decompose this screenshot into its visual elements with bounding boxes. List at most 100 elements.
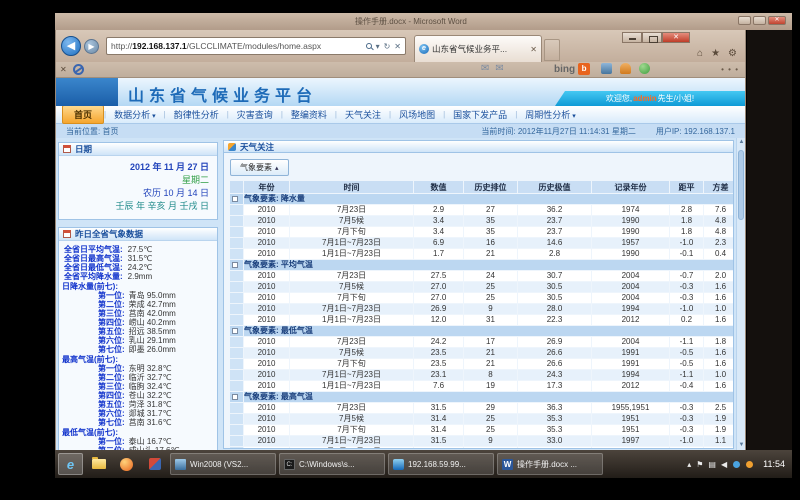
checkbox[interactable] [232, 394, 238, 400]
table-group-row[interactable]: 气象要素: 最低气温 [230, 326, 735, 337]
gear-icon[interactable]: ⚙ [728, 48, 737, 59]
address-bar[interactable]: http://192.168.137.1/GLCCLIMATE/modules/… [106, 37, 406, 55]
bing-search[interactable]: bing b [554, 63, 590, 75]
envelope-icon[interactable]: ✉ [495, 63, 503, 74]
cell: -0.2 [670, 447, 704, 450]
cell: 1951 [592, 425, 670, 436]
favorites-star-icon[interactable]: ★ [711, 48, 720, 59]
addon-logo-icon[interactable] [73, 64, 84, 75]
table-row[interactable]: 20107月1日~7月23日23.1824.31994-1.11.0 [230, 370, 735, 381]
page-scrollbar[interactable]: ▲ ▼ [736, 138, 745, 450]
maximize-button[interactable] [753, 16, 766, 25]
cell: 36.2 [518, 205, 592, 216]
table-row[interactable]: 20101月1日~7月23日17.41527.92012-0.21.6 [230, 447, 735, 450]
globe-icon[interactable] [639, 63, 650, 74]
nav-item-4[interactable]: 整编资料 [283, 106, 335, 123]
table-row[interactable]: 20107月1日~7月23日26.9928.01994-1.01.0 [230, 304, 735, 315]
taskbar-window-2[interactable]: 192.168.59.99... [388, 453, 494, 475]
table-row[interactable]: 20107月下旬3.43523.719901.84.8 [230, 227, 735, 238]
browser-tab[interactable]: e 山东省气候业务平... ✕ [414, 35, 542, 62]
taskbar-window-0[interactable]: Win2008 (VS2... [170, 453, 276, 475]
status-bar: 当前位置: 首页 当前时间: 2012年11月27日 11:14:31 星期二 … [56, 124, 745, 138]
cell: 1994 [592, 370, 670, 381]
checkbox[interactable] [232, 196, 238, 202]
cell: 2010 [244, 337, 290, 348]
checkbox[interactable] [232, 262, 238, 268]
tray-app-icon[interactable] [733, 461, 740, 468]
table-row[interactable]: 20107月23日31.52936.31955,1951-0.32.5 [230, 403, 735, 414]
nav-item-0[interactable]: 首页 [62, 105, 104, 124]
taskbar-clock[interactable]: 11:54 [763, 459, 785, 469]
table-row[interactable]: 20107月5候31.42535.31951-0.31.9 [230, 414, 735, 425]
cell: 7月下旬 [290, 227, 414, 238]
flag-action-center-icon[interactable]: ⚑ [696, 460, 703, 469]
table-row[interactable]: 20101月1日~7月23日1.7212.81990-0.10.4 [230, 249, 735, 260]
table-row[interactable]: 20107月5候23.52126.61991-0.51.6 [230, 348, 735, 359]
nav-item-6[interactable]: 风场地图 [391, 106, 443, 123]
table-group-row[interactable]: 气象要素: 最高气温 [230, 392, 735, 403]
minimize-button[interactable] [738, 16, 751, 25]
taskbar-app-icon[interactable] [142, 453, 167, 475]
table-row[interactable]: 20107月23日24.21726.92004-1.11.8 [230, 337, 735, 348]
table-row[interactable]: 20107月下旬31.42535.31951-0.31.9 [230, 425, 735, 436]
close-button[interactable]: ✕ [768, 16, 786, 25]
scroll-up-icon[interactable]: ▲ [737, 138, 745, 147]
group-label: 气象要素: 最低气温 [244, 326, 735, 337]
table-row[interactable]: 20107月5候27.02530.52004-0.31.6 [230, 282, 735, 293]
taskbar-ie-icon[interactable]: e [58, 453, 83, 475]
new-tab-button[interactable] [544, 39, 560, 61]
table-row[interactable]: 20101月1日~7月23日12.03122.320120.21.6 [230, 315, 735, 326]
table-row[interactable]: 20107月1日~7月23日6.91614.61957-1.02.3 [230, 238, 735, 249]
checkbox[interactable] [232, 328, 238, 334]
mail-icon[interactable]: ✉ [481, 63, 489, 74]
refresh-icon[interactable]: ↻ [384, 42, 391, 51]
tray-update-icon[interactable] [746, 461, 753, 468]
close-button[interactable]: ✕ [662, 32, 690, 43]
table-row[interactable]: 20107月5候3.43523.719901.84.8 [230, 216, 735, 227]
nav-item-3[interactable]: 灾害查询 [229, 106, 281, 123]
more-options-icon[interactable]: • • • [721, 65, 739, 74]
taskbar-explorer-icon[interactable] [86, 453, 111, 475]
stop-icon[interactable]: ✕ [394, 42, 401, 51]
taskbar-window-1[interactable]: C:C:\Windows\s... [279, 453, 385, 475]
group-checkbox-cell [230, 326, 244, 337]
forward-button[interactable]: ▶ [84, 39, 99, 54]
cell: 2010 [244, 227, 290, 238]
nav-item-5[interactable]: 天气关注 [337, 106, 389, 123]
tab-close-icon[interactable]: ✕ [530, 45, 537, 54]
ie-favicon: e [419, 44, 429, 54]
table-row[interactable]: 20107月下旬27.02530.52004-0.31.6 [230, 293, 735, 304]
table-group-row[interactable]: 气象要素: 降水量 [230, 194, 735, 205]
search-icon[interactable] [366, 43, 372, 49]
person-icon[interactable] [620, 63, 631, 74]
scroll-down-icon[interactable]: ▼ [737, 441, 745, 450]
network-icon[interactable]: ▤ [708, 460, 716, 469]
table-group-row[interactable]: 气象要素: 平均气温 [230, 260, 735, 271]
table-row[interactable]: 20107月23日2.92736.219742.87.6 [230, 205, 735, 216]
nav-item-7[interactable]: 国家下发产品 [445, 106, 515, 123]
close-toolbar-icon[interactable]: ✕ [60, 65, 67, 74]
background-window-titlebar[interactable]: 操作手册.docx - Microsoft Word ✕ [55, 13, 792, 30]
element-filter-button[interactable]: 气象要素 ▴ [230, 159, 289, 176]
camera-icon[interactable] [601, 63, 612, 74]
table-row[interactable]: 20107月23日27.52430.72004-0.72.0 [230, 271, 735, 282]
home-icon[interactable]: ⌂ [697, 48, 703, 59]
nav-item-2[interactable]: 韵律性分析 [166, 106, 227, 123]
row-select-cell [230, 359, 244, 370]
chevron-down-icon[interactable]: ▾ [376, 42, 380, 51]
back-button[interactable]: ◀ [61, 36, 81, 56]
scrollbar-thumb[interactable] [738, 150, 744, 220]
user-ip: 用户IP: 192.168.137.1 [656, 126, 735, 137]
show-hidden-icons[interactable]: ▴ [687, 460, 691, 469]
taskbar-media-player-icon[interactable] [114, 453, 139, 475]
taskbar-window-3[interactable]: W操作手册.docx ... [497, 453, 603, 475]
table-row[interactable]: 20107月1日~7月23日31.5933.01997-1.01.1 [230, 436, 735, 447]
nav-item-1[interactable]: 数据分析▾ [106, 106, 164, 123]
maximize-button[interactable] [642, 32, 662, 43]
volume-icon[interactable]: ◀ [721, 460, 727, 469]
nav-item-8[interactable]: 周期性分析▾ [517, 106, 584, 123]
row-select-cell [230, 293, 244, 304]
table-row[interactable]: 20107月下旬23.52126.61991-0.51.6 [230, 359, 735, 370]
minimize-button[interactable] [622, 32, 642, 43]
table-row[interactable]: 20101月1日~7月23日7.61917.32012-0.41.6 [230, 381, 735, 392]
